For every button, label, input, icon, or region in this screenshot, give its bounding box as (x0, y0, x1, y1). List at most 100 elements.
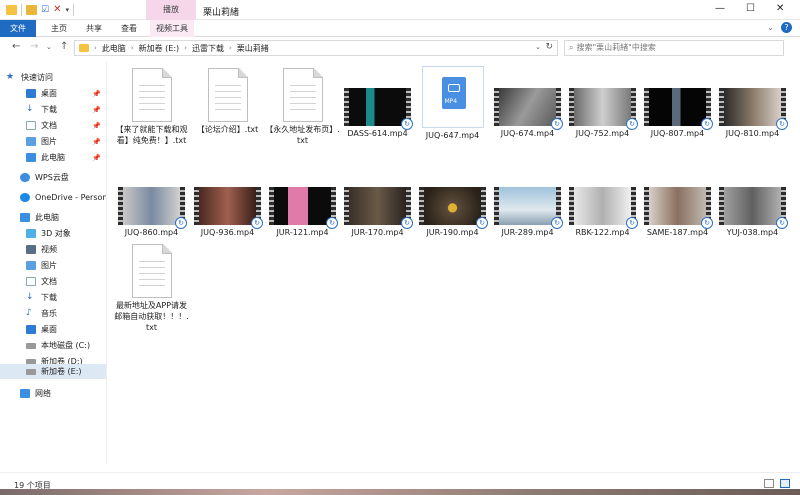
chevron-right-icon[interactable]: › (229, 44, 232, 52)
sync-icon: ↻ (175, 217, 187, 229)
details-view-icon[interactable] (764, 479, 774, 488)
desktop-icon (26, 325, 36, 334)
file-item[interactable]: 【永久地址发布页】.txt (265, 68, 340, 146)
video-thumbnail: ↻ (494, 187, 563, 229)
pin-icon[interactable]: 📌 (92, 90, 101, 98)
pin-icon[interactable]: 📌 (92, 154, 101, 162)
sidebar-item-quick-access[interactable]: ★ 快速访问 (0, 70, 106, 85)
help-icon[interactable]: ? (781, 22, 792, 33)
delete-icon[interactable]: ✕ (53, 5, 61, 15)
address-bar[interactable]: › 此电脑 › 新加卷 (E:) › 迅雷下载 › 栗山莉緒 ⌄ ↻ (74, 40, 558, 56)
chevron-right-icon[interactable]: › (184, 44, 187, 52)
sidebar-item-documents[interactable]: 文档 📌 (0, 118, 106, 133)
folder-icon[interactable] (6, 5, 17, 15)
tab-share[interactable]: 共享 (80, 20, 108, 37)
chevron-right-icon[interactable]: › (94, 44, 97, 52)
tab-file[interactable]: 文件 (0, 20, 36, 37)
sidebar-item-pictures[interactable]: 图片 (0, 258, 106, 273)
music-icon: ♪ (26, 308, 32, 318)
sync-icon: ↻ (326, 217, 338, 229)
file-item[interactable]: ↻ RBK-122.mp4 (565, 179, 640, 238)
ribbon-tabs: 文件 主页 共享 查看 视频工具 ⌄ ? (0, 20, 800, 37)
file-item[interactable]: MP4 JUQ-647.mp4 (415, 66, 490, 141)
file-item[interactable]: ↻ JUQ-807.mp4 (640, 80, 715, 139)
sidebar-item-label: 下载 (41, 293, 57, 302)
maximize-button[interactable]: ☐ (746, 3, 755, 14)
file-item[interactable]: ↻ YUJ-038.mp4 (715, 179, 790, 238)
pin-icon[interactable]: 📌 (92, 106, 101, 114)
recent-dropdown-icon[interactable]: ⌄ (46, 43, 52, 51)
sidebar-item-downloads[interactable]: ↓ 下载 📌 (0, 102, 106, 117)
file-item[interactable]: ↻ JUR-170.mp4 (340, 179, 415, 238)
sidebar-item-label: 桌面 (41, 325, 57, 334)
sidebar-item-drive-e[interactable]: 新加卷 (E:) (0, 364, 106, 379)
divider (72, 4, 74, 16)
breadcrumb-item[interactable]: 迅雷下载 (192, 43, 224, 54)
file-item[interactable]: ↻ JUQ-674.mp4 (490, 80, 565, 139)
breadcrumb-item[interactable]: 此电脑 (102, 43, 126, 54)
sync-icon: ↻ (401, 217, 413, 229)
computer-icon (26, 153, 36, 162)
forward-arrow-icon[interactable]: → (30, 41, 38, 52)
video-thumbnail: ↻ (644, 88, 713, 130)
pin-icon[interactable]: 📌 (92, 138, 101, 146)
sync-icon: ↻ (626, 217, 638, 229)
sidebar-item-network[interactable]: 网络 (0, 386, 106, 401)
sidebar-item-desktop[interactable]: 桌面 (0, 322, 106, 337)
file-item[interactable]: 【论坛介绍】.txt (190, 68, 265, 135)
sidebar-item-onedrive[interactable]: OneDrive - Persona (0, 190, 106, 205)
chevron-right-icon[interactable]: › (131, 44, 134, 52)
tab-home[interactable]: 主页 (45, 20, 73, 37)
sidebar-item-downloads[interactable]: ↓ 下载 (0, 290, 106, 305)
download-icon: ↓ (26, 292, 34, 302)
sidebar-item-this-pc-pinned[interactable]: 此电脑 📌 (0, 150, 106, 165)
divider (21, 4, 22, 16)
file-item[interactable]: ↻ JUQ-752.mp4 (565, 80, 640, 139)
video-thumbnail: ↻ (494, 88, 563, 130)
minimize-button[interactable]: — (715, 3, 725, 14)
tab-video-tools[interactable]: 视频工具 (150, 20, 194, 37)
video-thumbnail: ↻ (344, 88, 413, 130)
refresh-icon[interactable]: ↻ (545, 42, 553, 52)
pin-icon[interactable]: 📌 (92, 122, 101, 130)
file-name: 【论坛介绍】.txt (196, 125, 259, 134)
file-item[interactable]: ↻ JUR-121.mp4 (265, 179, 340, 238)
sidebar-item-this-pc[interactable]: 此电脑 (0, 210, 106, 225)
close-button[interactable]: ✕ (776, 3, 784, 14)
text-file-icon (282, 68, 323, 122)
large-icons-view-icon[interactable] (780, 479, 790, 488)
up-arrow-icon[interactable]: ↑ (60, 41, 68, 52)
breadcrumb-item[interactable]: 新加卷 (E:) (139, 43, 180, 54)
file-item[interactable]: 【来了就能下载和观看】纯免费！】.txt (114, 68, 189, 146)
sidebar-item-label: 本地磁盘 (C:) (41, 341, 91, 350)
context-tab-play[interactable]: 播放 (146, 0, 196, 20)
video-thumbnail: ↻ (719, 187, 788, 229)
file-item[interactable]: ↻ JUQ-936.mp4 (190, 179, 265, 238)
text-file-icon (131, 244, 172, 298)
sidebar-item-pictures[interactable]: 图片 📌 (0, 134, 106, 149)
address-dropdown-icon[interactable]: ⌄ (535, 43, 541, 51)
file-item[interactable]: ↻ DASS-614.mp4 (340, 80, 415, 139)
new-folder-icon[interactable] (26, 5, 37, 15)
sidebar-item-3d-objects[interactable]: 3D 对象 (0, 226, 106, 241)
customize-dropdown-icon[interactable]: ▾ (65, 6, 69, 14)
breadcrumb-item[interactable]: 栗山莉緒 (237, 43, 269, 54)
file-item[interactable]: ↻ JUQ-860.mp4 (114, 179, 189, 238)
file-item[interactable]: ↻ SAME-187.mp4 (640, 179, 715, 238)
back-arrow-icon[interactable]: ← (12, 41, 20, 52)
sidebar-item-drive-c[interactable]: 本地磁盘 (C:) (0, 338, 106, 353)
file-item[interactable]: ↻ JUR-190.mp4 (415, 179, 490, 238)
sidebar-item-label: 视频 (41, 245, 57, 254)
properties-icon[interactable]: ☑ (41, 5, 49, 15)
search-input[interactable]: ⌕ 搜索"栗山莉緒"中搜索 (564, 40, 784, 56)
sidebar-item-documents[interactable]: 文档 (0, 274, 106, 289)
sidebar-item-music[interactable]: ♪ 音乐 (0, 306, 106, 321)
chevron-down-icon[interactable]: ⌄ (767, 23, 774, 32)
sidebar-item-desktop[interactable]: 桌面 📌 (0, 86, 106, 101)
file-item[interactable]: ↻ JUQ-810.mp4 (715, 80, 790, 139)
sidebar-item-wps-cloud[interactable]: WPS云盘 (0, 170, 106, 185)
sidebar-item-videos[interactable]: 视频 (0, 242, 106, 257)
file-item[interactable]: ↻ JUR-289.mp4 (490, 179, 565, 238)
file-item[interactable]: 最新地址及APP请发邮箱自动获取！！！.txt (114, 244, 189, 333)
tab-view[interactable]: 查看 (115, 20, 143, 37)
